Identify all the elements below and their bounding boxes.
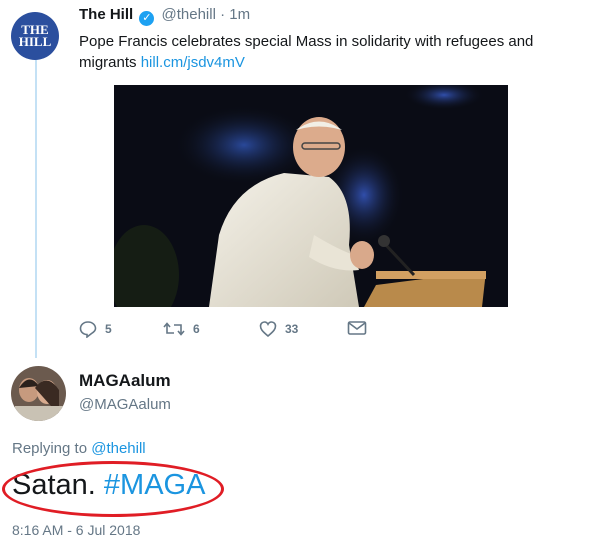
reply-author-name[interactable]: MAGAalum bbox=[79, 371, 171, 391]
like-action[interactable]: 33 bbox=[259, 320, 298, 338]
tweet-actions: 5 6 33 bbox=[79, 320, 399, 344]
author-name[interactable]: The Hill bbox=[79, 6, 133, 23]
replying-to-handle[interactable]: @thehill bbox=[91, 440, 145, 457]
reply-hashtag[interactable]: #MAGA bbox=[104, 469, 206, 501]
reply-action[interactable]: 5 bbox=[79, 320, 112, 338]
author-handle[interactable]: @thehill bbox=[162, 6, 216, 23]
magaalum-avatar[interactable] bbox=[11, 366, 66, 421]
retweet-count: 6 bbox=[193, 322, 200, 336]
envelope-icon bbox=[347, 321, 367, 335]
tweet-media-photo[interactable] bbox=[114, 85, 508, 307]
avatar-photo bbox=[11, 366, 66, 421]
reply-timestamp[interactable]: 8:16 AM - 6 Jul 2018 bbox=[12, 522, 140, 538]
dm-action[interactable] bbox=[347, 320, 375, 336]
replying-to-line: Replying to @thehill bbox=[12, 440, 146, 457]
retweet-action[interactable]: 6 bbox=[163, 320, 200, 338]
heart-icon bbox=[259, 321, 277, 338]
pope-photo-illustration bbox=[114, 85, 508, 307]
reply-author-handle[interactable]: @MAGAalum bbox=[79, 396, 171, 413]
the-hill-logo-text: THE HILL bbox=[18, 22, 52, 49]
reply-icon bbox=[79, 321, 97, 338]
reply-text-plain: Satan. bbox=[12, 469, 96, 501]
tweet-header: The Hill ✓ @thehill · 1m bbox=[79, 6, 250, 26]
the-hill-avatar[interactable]: THE HILL bbox=[11, 12, 59, 60]
tweet-time[interactable]: 1m bbox=[229, 6, 250, 23]
replying-prefix: Replying to bbox=[12, 440, 88, 457]
reply-text: Satan. #MAGA bbox=[12, 469, 205, 502]
tweet-text: Pope Francis celebrates special Mass in … bbox=[79, 31, 589, 73]
verified-badge-icon: ✓ bbox=[139, 11, 155, 26]
tweet-link[interactable]: hill.cm/jsdv4mV bbox=[141, 54, 245, 71]
like-count: 33 bbox=[285, 322, 299, 336]
header-separator: · bbox=[220, 6, 226, 23]
retweet-icon bbox=[163, 322, 185, 336]
reply-count: 5 bbox=[105, 322, 112, 336]
thread-connector-line bbox=[35, 58, 37, 358]
